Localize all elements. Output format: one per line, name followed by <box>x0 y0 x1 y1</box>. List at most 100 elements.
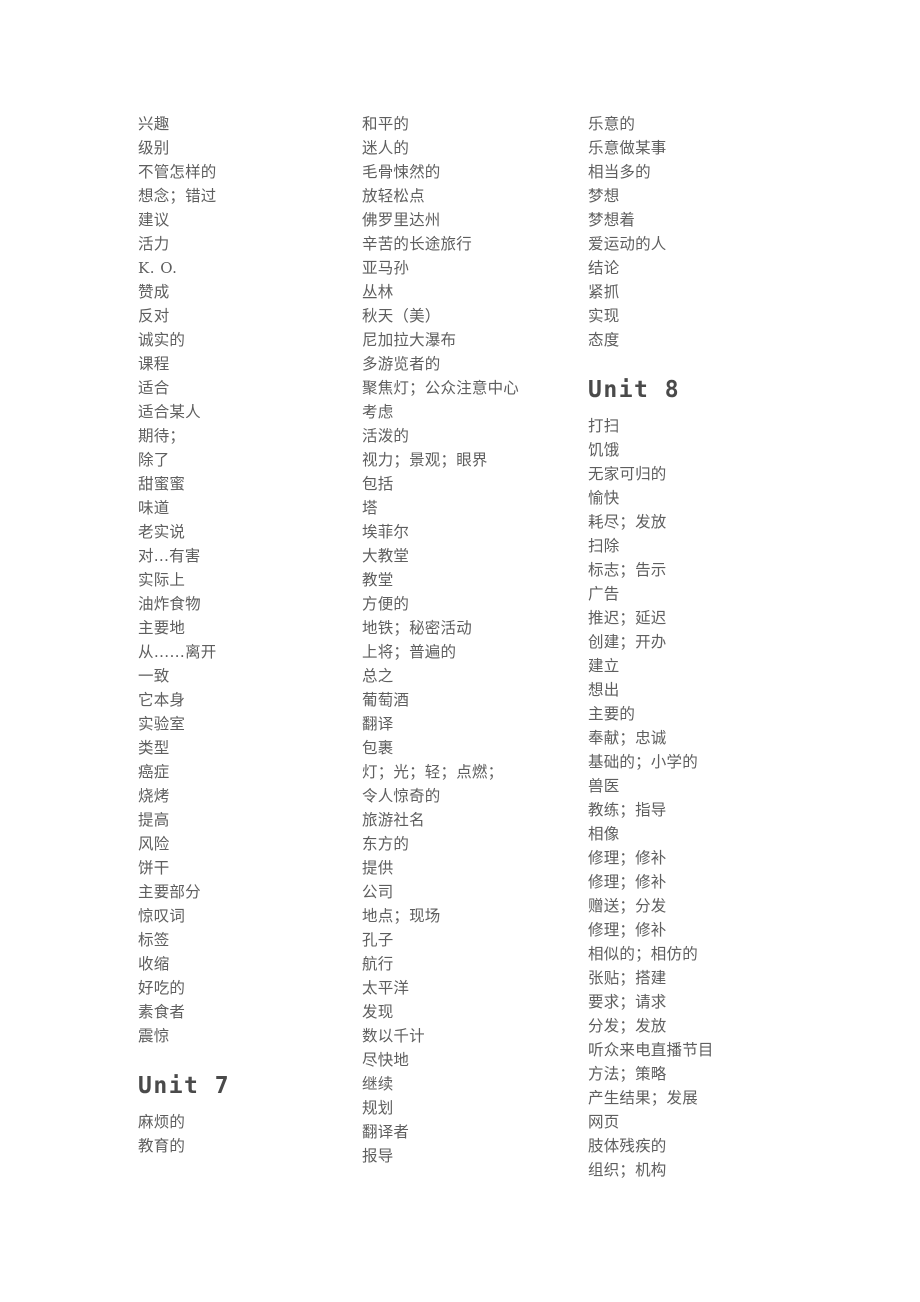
vocabulary-entry: 分发；发放 <box>588 1017 667 1035</box>
vocabulary-entry: 课程 <box>138 355 170 373</box>
vocabulary-entry: 修理；修补 <box>588 873 667 891</box>
vocabulary-entry: 兴趣 <box>138 115 170 133</box>
vocabulary-entry: 诚实的 <box>138 331 186 349</box>
vocabulary-entry: 报导 <box>362 1147 394 1165</box>
vocabulary-entry: 反对 <box>138 307 170 325</box>
vocabulary-entry: 要求；请求 <box>588 993 667 1011</box>
vocabulary-entry: 亚马孙 <box>362 259 410 277</box>
vocabulary-entry: 兽医 <box>588 777 620 795</box>
vocabulary-entry: 听众来电直播节目 <box>588 1041 714 1059</box>
vocabulary-entry: 实验室 <box>138 715 186 733</box>
vocabulary-entry: 麻烦的 <box>138 1113 186 1131</box>
column-middle: 和平的 迷人的 毛骨悚然的 放轻松点 佛罗里达州 辛苦的长途旅行 亚马孙 丛林 秋天（美） 尼加拉… <box>362 112 588 1168</box>
vocabulary-entry: 广告 <box>588 585 620 603</box>
vocabulary-entry: 无家可归的 <box>588 465 667 483</box>
vocabulary-entry: 类型 <box>138 739 170 757</box>
vocabulary-entry: 期待； <box>138 427 186 445</box>
vocabulary-entry: 总之 <box>362 667 394 685</box>
vocabulary-entry: 教育的 <box>138 1137 186 1155</box>
vocabulary-entry: 惊叹词 <box>138 907 186 925</box>
vocabulary-entry: 尽快地 <box>362 1051 410 1069</box>
vocabulary-entry: 发现 <box>362 1003 394 1021</box>
vocabulary-entry: 翻译者 <box>362 1123 410 1141</box>
vocabulary-entry: 规划 <box>362 1099 394 1117</box>
heading-spacer-above <box>588 352 888 378</box>
vocabulary-entry: 肢体残疾的 <box>588 1137 667 1155</box>
vocabulary-entry: 建议 <box>138 211 170 229</box>
vocabulary-entry: 除了 <box>138 451 170 469</box>
vocabulary-entry: 主要地 <box>138 619 186 637</box>
vocabulary-entry: 乐意做某事 <box>588 139 667 157</box>
vocabulary-entry: 方法；策略 <box>588 1065 667 1083</box>
vocabulary-entry: 活泼的 <box>362 427 410 445</box>
vocabulary-entry: 癌症 <box>138 763 170 781</box>
vocabulary-entry: 梦想着 <box>588 211 636 229</box>
vocabulary-entry: 迷人的 <box>362 139 410 157</box>
vocabulary-entry: 油炸食物 <box>138 595 201 613</box>
vocabulary-entry: 尼加拉大瀑布 <box>362 331 457 349</box>
vocabulary-entry: 聚焦灯；公众注意中心 <box>362 379 520 397</box>
heading-spacer-below <box>138 1098 362 1110</box>
vocabulary-entry: 孔子 <box>362 931 394 949</box>
vocabulary-entry: 赞成 <box>138 283 170 301</box>
vocabulary-entry: 多游览者的 <box>362 355 441 373</box>
vocabulary-entry: 相像 <box>588 825 620 843</box>
vocabulary-entry: 修理；修补 <box>588 921 667 939</box>
vocabulary-entry: 包裹 <box>362 739 394 757</box>
vocabulary-entry: 实际上 <box>138 571 186 589</box>
vocabulary-entry: 活力 <box>138 235 170 253</box>
unit-heading: Unit 7 <box>138 1073 231 1099</box>
vocabulary-entry: 大教堂 <box>362 547 410 565</box>
vocabulary-entry: 老实说 <box>138 523 186 541</box>
vocabulary-entry: 结论 <box>588 259 620 277</box>
unit-heading: Unit 8 <box>588 377 681 403</box>
vocabulary-entry: 想出 <box>588 681 620 699</box>
vocabulary-entry: 航行 <box>362 955 394 973</box>
vocabulary-entry: 佛罗里达州 <box>362 211 441 229</box>
vocabulary-entry: 包括 <box>362 475 394 493</box>
vocabulary-entry: 实现 <box>588 307 620 325</box>
vocabulary-entry: 张贴；搭建 <box>588 969 667 987</box>
vocabulary-entry: 适合某人 <box>138 403 201 421</box>
vocabulary-entry: 甜蜜蜜 <box>138 475 186 493</box>
vocabulary-entry: 耗尽；发放 <box>588 513 667 531</box>
heading-spacer-above <box>138 1048 362 1074</box>
vocabulary-entry: 网页 <box>588 1113 620 1131</box>
vocabulary-entry: 赠送；分发 <box>588 897 667 915</box>
vocabulary-entry: 主要的 <box>588 705 636 723</box>
heading-spacer-below <box>588 402 888 414</box>
vocabulary-entry: 教练；指导 <box>588 801 667 819</box>
vocabulary-entry: 烧烤 <box>138 787 170 805</box>
vocabulary-entry: 爱运动的人 <box>588 235 667 253</box>
vocabulary-entry: 想念；错过 <box>138 187 217 205</box>
vocabulary-entry: 从……离开 <box>138 643 217 661</box>
vocabulary-entry: 地铁；秘密活动 <box>362 619 472 637</box>
vocabulary-entry: 数以千计 <box>362 1027 425 1045</box>
vocabulary-entry: 塔 <box>362 499 378 517</box>
vocabulary-entry: 放轻松点 <box>362 187 425 205</box>
vocabulary-entry: 灯；光；轻；点燃； <box>362 763 504 781</box>
vocabulary-entry: 令人惊奇的 <box>362 787 441 805</box>
vocabulary-entry: 视力；景观；眼界 <box>362 451 488 469</box>
vocabulary-entry: 毛骨悚然的 <box>362 163 441 181</box>
vocabulary-entry: 翻译 <box>362 715 394 733</box>
vocabulary-entry: 味道 <box>138 499 170 517</box>
vocabulary-entry: 太平洋 <box>362 979 410 997</box>
document-page: 兴趣 级别 不管怎样的 想念；错过 建议 活力 K. O. 赞成 反对 诚实的 课程 适合 适合某人 期待… <box>0 0 920 1302</box>
vocabulary-entry: 秋天（美） <box>362 307 441 325</box>
column-right: 乐意的 乐意做某事 相当多的 梦想 梦想着 爱运动的人 结论 紧抓 实现 态度 Unit 8 打扫 饥饿… <box>588 112 888 1182</box>
vocabulary-entry: 和平的 <box>362 115 410 133</box>
vocabulary-entry: 一致 <box>138 667 170 685</box>
vocabulary-columns: 兴趣 级别 不管怎样的 想念；错过 建议 活力 K. O. 赞成 反对 诚实的 课程 适合 适合某人 期待… <box>138 112 898 1182</box>
vocabulary-entry: 风险 <box>138 835 170 853</box>
vocabulary-entry: 梦想 <box>588 187 620 205</box>
vocabulary-entry: 教堂 <box>362 571 394 589</box>
vocabulary-entry: 相似的；相仿的 <box>588 945 698 963</box>
vocabulary-entry: 方便的 <box>362 595 410 613</box>
vocabulary-entry: 主要部分 <box>138 883 201 901</box>
vocabulary-entry: 葡萄酒 <box>362 691 410 709</box>
column-left: 兴趣 级别 不管怎样的 想念；错过 建议 活力 K. O. 赞成 反对 诚实的 课程 适合 适合某人 期待… <box>138 112 362 1158</box>
vocabulary-entry: 打扫 <box>588 417 620 435</box>
vocabulary-entry: 好吃的 <box>138 979 186 997</box>
vocabulary-entry: 辛苦的长途旅行 <box>362 235 472 253</box>
